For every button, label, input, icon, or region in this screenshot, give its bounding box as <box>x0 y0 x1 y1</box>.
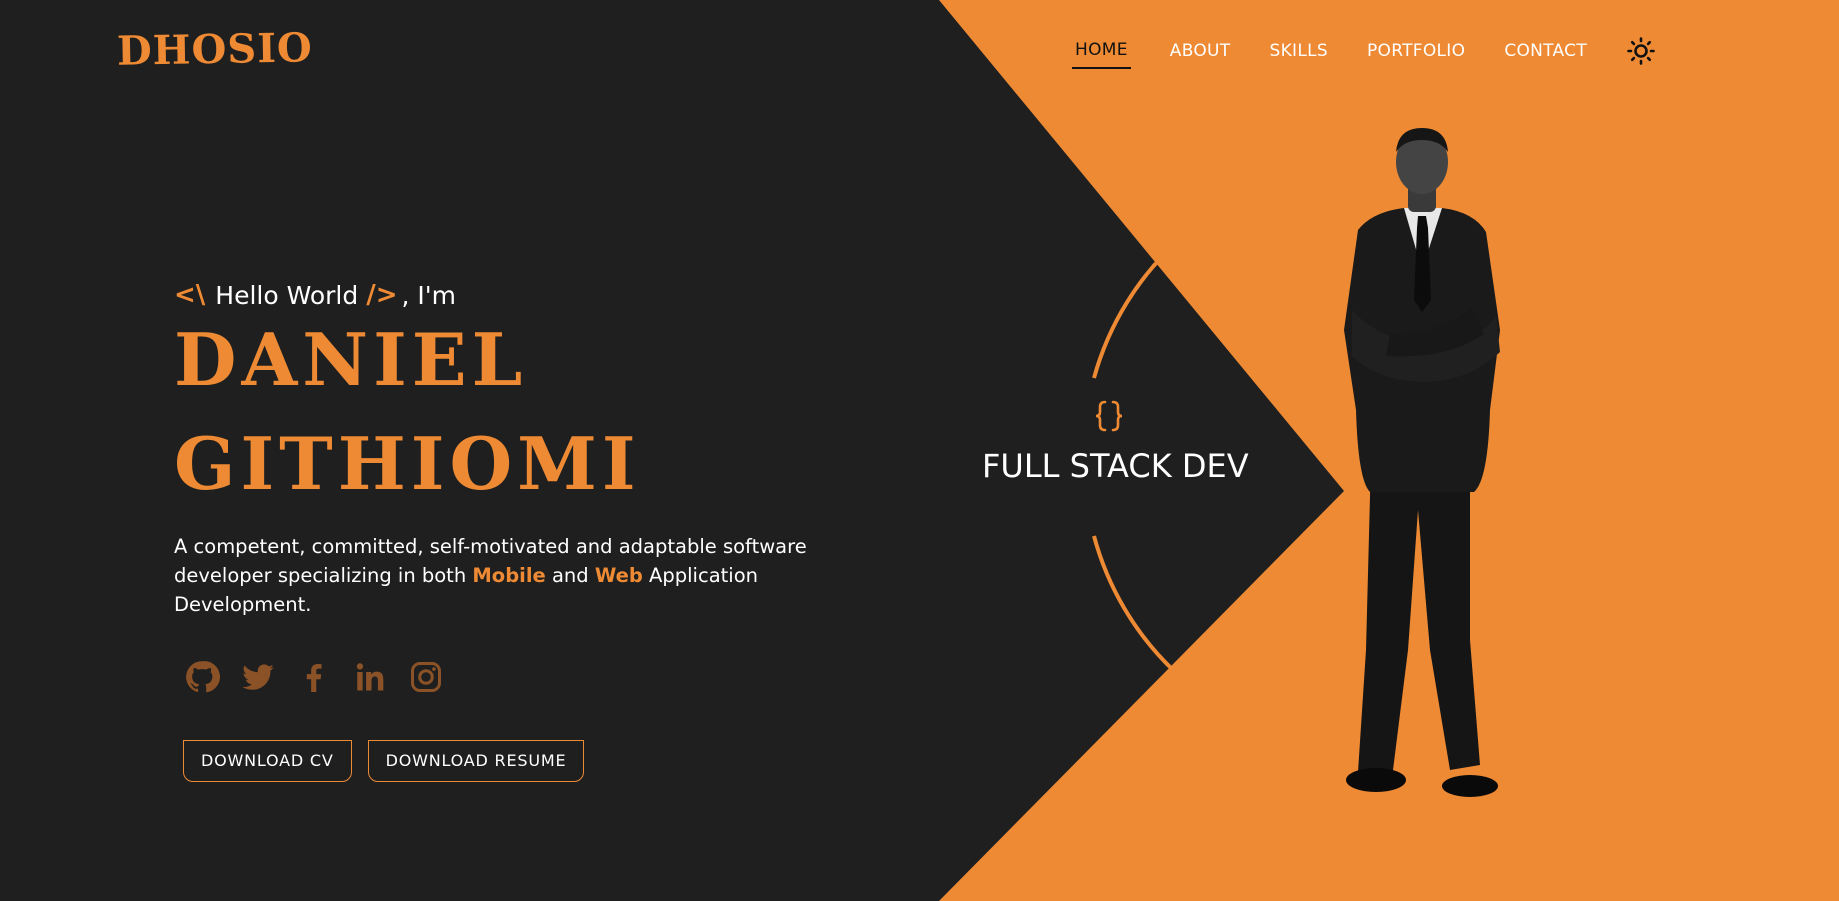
hero-description: A competent, committed, self-motivated a… <box>174 532 834 619</box>
last-name: GITHIOMI <box>174 421 641 506</box>
nav-link-portfolio[interactable]: PORTFOLIO <box>1367 41 1465 68</box>
page: DHOSIO HOME ABOUT SKILLS PORTFOLIO CONTA… <box>0 0 1839 901</box>
nav-link-contact[interactable]: CONTACT <box>1504 41 1587 68</box>
download-cv-button[interactable]: DOWNLOAD CV <box>183 740 352 782</box>
highlight-web: Web <box>594 564 643 587</box>
download-resume-button[interactable]: DOWNLOAD RESUME <box>367 740 585 782</box>
site-logo[interactable]: DHOSIO <box>117 24 314 74</box>
code-tag-close: /> <box>366 280 398 310</box>
code-tag-open: <\ <box>174 280 206 310</box>
code-braces-icon <box>1095 400 1123 432</box>
intro-suffix: , I'm <box>401 280 457 310</box>
linkedin-icon[interactable] <box>352 659 388 695</box>
nav-link-skills[interactable]: SKILLS <box>1269 41 1328 68</box>
first-name: DANIEL <box>174 317 528 402</box>
twitter-icon[interactable] <box>240 659 276 695</box>
github-icon[interactable] <box>184 659 220 695</box>
social-links <box>184 659 464 695</box>
instagram-icon[interactable] <box>408 659 444 695</box>
profile-photo <box>1344 128 1500 797</box>
nav-link-about[interactable]: ABOUT <box>1170 41 1231 68</box>
main-nav: HOME ABOUT SKILLS PORTFOLIO CONTACT <box>1072 36 1656 69</box>
facebook-icon[interactable] <box>296 659 332 695</box>
greeting-text: Hello World <box>215 280 359 310</box>
greeting-line: <\ Hello World /> , I'm <box>174 280 834 310</box>
highlight-mobile: Mobile <box>472 564 546 587</box>
nav-link-home[interactable]: HOME <box>1072 40 1131 69</box>
hero-section: <\ Hello World /> , I'm DANIEL GITHIOMI … <box>174 280 834 619</box>
sun-icon[interactable] <box>1626 36 1656 66</box>
role-title: FULL STACK DEV <box>982 447 1249 485</box>
description-part2: and <box>551 564 589 587</box>
download-buttons: DOWNLOAD CV DOWNLOAD RESUME <box>183 740 600 782</box>
